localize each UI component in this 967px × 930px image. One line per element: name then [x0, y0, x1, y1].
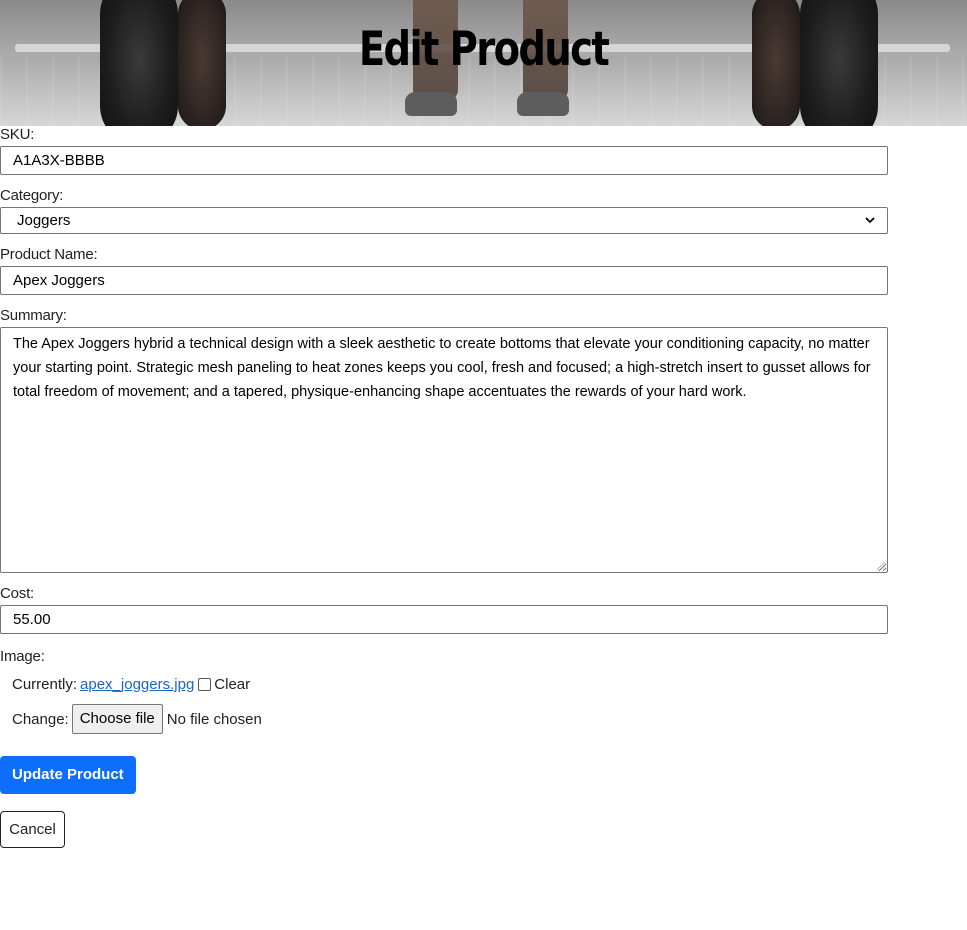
- update-product-button[interactable]: Update Product: [0, 756, 136, 794]
- summary-value: The Apex Joggers hybrid a technical desi…: [13, 336, 871, 400]
- summary-label: Summary:: [0, 307, 67, 324]
- page-title: Edit Product: [358, 22, 610, 77]
- no-file-chosen-text: No file chosen: [166, 710, 262, 728]
- current-image-link[interactable]: apex_joggers.jpg: [80, 676, 194, 693]
- category-select[interactable]: Joggers: [0, 207, 888, 234]
- edit-product-form: SKU: A1A3X-BBBB Category: Joggers Produc…: [0, 126, 967, 848]
- category-label: Category:: [0, 187, 64, 204]
- product-name-field: Product Name: Apex Joggers: [0, 246, 967, 295]
- cost-label: Cost:: [0, 585, 35, 602]
- image-label: Image:: [0, 648, 45, 665]
- hero-shoe-right: [517, 92, 569, 116]
- image-field: Image: Currently: apex_joggers.jpg Clear…: [0, 648, 967, 734]
- category-field: Category: Joggers: [0, 187, 967, 234]
- summary-textarea[interactable]: The Apex Joggers hybrid a technical desi…: [0, 327, 888, 573]
- clear-image-checkbox[interactable]: [198, 677, 212, 691]
- summary-field: Summary: The Apex Joggers hybrid a techn…: [0, 307, 967, 573]
- cost-field: Cost: 55.00: [0, 585, 967, 634]
- image-current-row: Currently: apex_joggers.jpg Clear: [0, 671, 967, 697]
- cancel-button[interactable]: Cancel: [0, 811, 65, 848]
- hero-banner: Edit Product: [0, 0, 967, 126]
- cost-value: 55.00: [13, 611, 51, 628]
- category-selected-value: Joggers: [17, 212, 71, 229]
- resize-handle-icon[interactable]: [877, 562, 885, 570]
- sku-field: SKU: A1A3X-BBBB: [0, 126, 967, 175]
- choose-file-button[interactable]: Choose file: [71, 704, 163, 734]
- currently-label: Currently:: [12, 675, 78, 693]
- cost-input[interactable]: 55.00: [0, 605, 888, 634]
- sku-value: A1A3X-BBBB: [13, 152, 105, 169]
- image-change-row: Change: Choose file No file chosen: [0, 704, 967, 734]
- clear-label: Clear: [214, 675, 251, 693]
- product-name-value: Apex Joggers: [13, 272, 105, 289]
- hero-shoe-left: [405, 92, 457, 116]
- product-name-input[interactable]: Apex Joggers: [0, 266, 888, 295]
- sku-input[interactable]: A1A3X-BBBB: [0, 146, 888, 175]
- chevron-down-icon: [865, 215, 875, 227]
- change-label: Change:: [12, 710, 69, 728]
- product-name-label: Product Name:: [0, 246, 98, 263]
- sku-label: SKU:: [0, 126, 35, 143]
